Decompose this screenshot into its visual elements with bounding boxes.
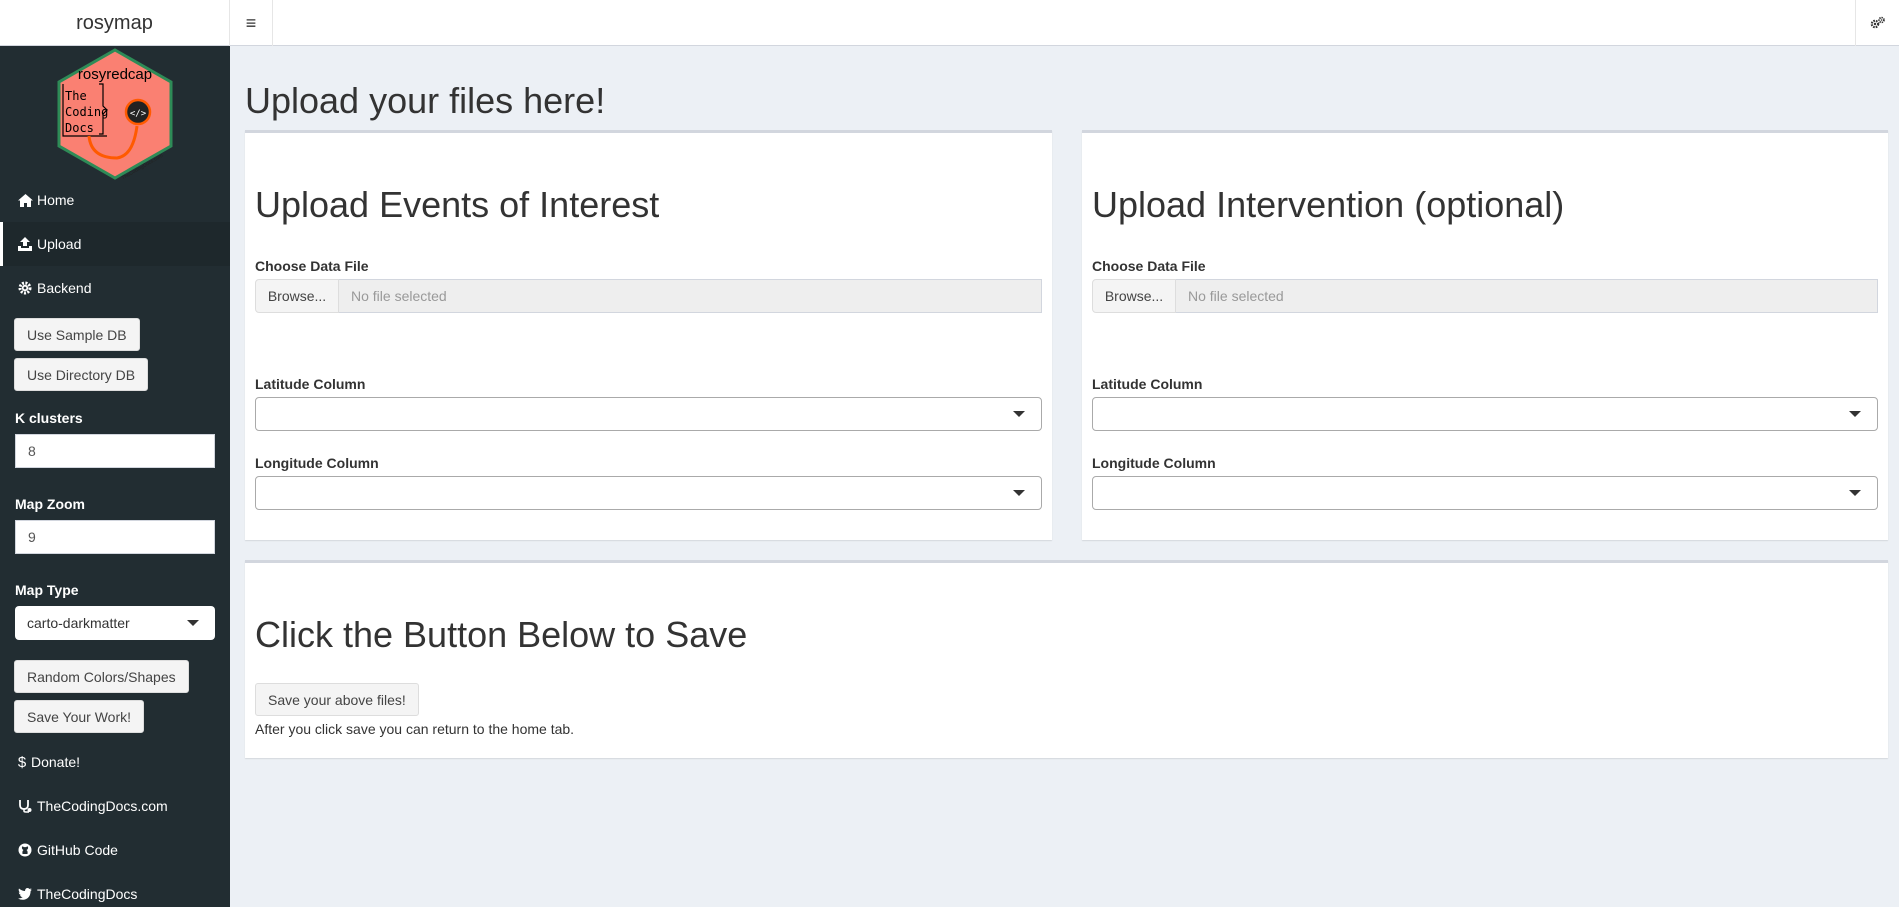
sidebar-item-site[interactable]: TheCodingDocs.com — [0, 784, 230, 828]
intervention-latitude-select[interactable] — [1092, 397, 1878, 431]
longitude-column-label: Longitude Column — [255, 455, 379, 471]
sidebar-item-label: Upload — [37, 236, 82, 252]
logo-code-glyph: </> — [130, 109, 147, 119]
save-files-button[interactable]: Save your above files! — [255, 683, 419, 716]
events-longitude-select[interactable] — [255, 476, 1042, 510]
save-your-work-button[interactable]: Save Your Work! — [14, 700, 145, 733]
box-title: Upload Intervention (optional) — [1092, 184, 1565, 225]
sidebar-item-label: TheCodingDocs.com — [37, 798, 168, 814]
sidebar-item-github[interactable]: GitHub Code — [0, 828, 230, 872]
sidebar-item-backend[interactable]: Backend — [0, 266, 230, 310]
save-note: After you click save you can return to t… — [255, 721, 575, 737]
random-colors-button[interactable]: Random Colors/Shapes — [14, 660, 189, 693]
intervention-file-input: Browse... No file selected — [1092, 279, 1878, 313]
map-zoom-label: Map Zoom — [15, 496, 85, 512]
upload-icon — [17, 236, 33, 252]
intervention-upload-box: Upload Intervention (optional) Choose Da… — [1082, 130, 1888, 540]
browse-button[interactable]: Browse... — [1092, 279, 1176, 313]
events-latitude-select[interactable] — [255, 397, 1042, 431]
choose-file-label: Choose Data File — [255, 258, 369, 274]
page-title: Upload your files here! — [245, 80, 606, 121]
sidebar-item-home[interactable]: Home — [0, 178, 230, 222]
latitude-column-label: Latitude Column — [1092, 376, 1203, 392]
events-upload-box: Upload Events of Interest Choose Data Fi… — [245, 130, 1052, 540]
events-file-input: Browse... No file selected — [255, 279, 1042, 313]
sidebar-toggle-button[interactable]: ≡ — [230, 0, 273, 46]
top-header: rosymap ≡ — [0, 0, 1899, 46]
hamburger-icon: ≡ — [245, 12, 257, 33]
sidebar-item-upload[interactable]: Upload — [0, 222, 230, 266]
chevron-down-icon — [187, 620, 199, 626]
home-icon — [17, 192, 33, 208]
stethoscope-icon — [17, 798, 33, 814]
logo-title: rosyredcap — [78, 66, 152, 83]
chevron-down-icon — [1849, 411, 1861, 417]
use-directory-db-button[interactable]: Use Directory DB — [14, 358, 149, 391]
logo-line-2: Coding — [65, 105, 108, 119]
k-clusters-input[interactable]: 8 — [15, 434, 215, 468]
rosyredcap-logo: rosyredcap The Coding Docs </> TheCoding… — [55, 48, 175, 181]
sidebar-item-label: Home — [37, 192, 75, 208]
app-brand[interactable]: rosymap — [0, 0, 230, 46]
dollar-icon: $ — [17, 753, 27, 771]
latitude-column-label: Latitude Column — [255, 376, 366, 392]
chevron-down-icon — [1013, 411, 1025, 417]
file-name-display[interactable]: No file selected — [1176, 279, 1878, 313]
sidebar-item-label: TheCodingDocs — [37, 886, 138, 902]
map-type-label: Map Type — [15, 582, 79, 598]
sidebar-item-donate[interactable]: $ Donate! — [0, 740, 230, 784]
map-zoom-input[interactable]: 9 — [15, 520, 215, 554]
map-type-value: carto-darkmatter — [27, 615, 130, 631]
use-sample-db-button[interactable]: Use Sample DB — [14, 318, 140, 351]
logo-line-1: The — [65, 89, 87, 103]
gear-icon — [17, 280, 33, 296]
sidebar-item-twitter[interactable]: TheCodingDocs — [0, 872, 230, 907]
twitter-icon — [17, 886, 33, 902]
sidebar-item-label: GitHub Code — [37, 842, 118, 858]
save-box: Click the Button Below to Save Save your… — [245, 560, 1888, 758]
longitude-column-label: Longitude Column — [1092, 455, 1216, 471]
intervention-longitude-select[interactable] — [1092, 476, 1878, 510]
gears-icon — [1870, 16, 1885, 29]
github-icon — [17, 842, 33, 858]
sidebar-item-label: Donate! — [31, 754, 81, 770]
chevron-down-icon — [1013, 490, 1025, 496]
file-name-display[interactable]: No file selected — [339, 279, 1042, 313]
sidebar-item-label: Backend — [37, 280, 92, 296]
box-title: Click the Button Below to Save — [255, 614, 748, 655]
chevron-down-icon — [1849, 490, 1861, 496]
control-sidebar-button[interactable] — [1855, 0, 1899, 46]
box-title: Upload Events of Interest — [255, 184, 660, 225]
map-type-select[interactable]: carto-darkmatter — [15, 606, 215, 640]
k-clusters-label: K clusters — [15, 410, 83, 426]
browse-button[interactable]: Browse... — [255, 279, 339, 313]
logo-line-3: Docs — [65, 121, 94, 135]
sidebar: rosyredcap The Coding Docs </> TheCoding… — [0, 46, 230, 907]
choose-file-label: Choose Data File — [1092, 258, 1206, 274]
